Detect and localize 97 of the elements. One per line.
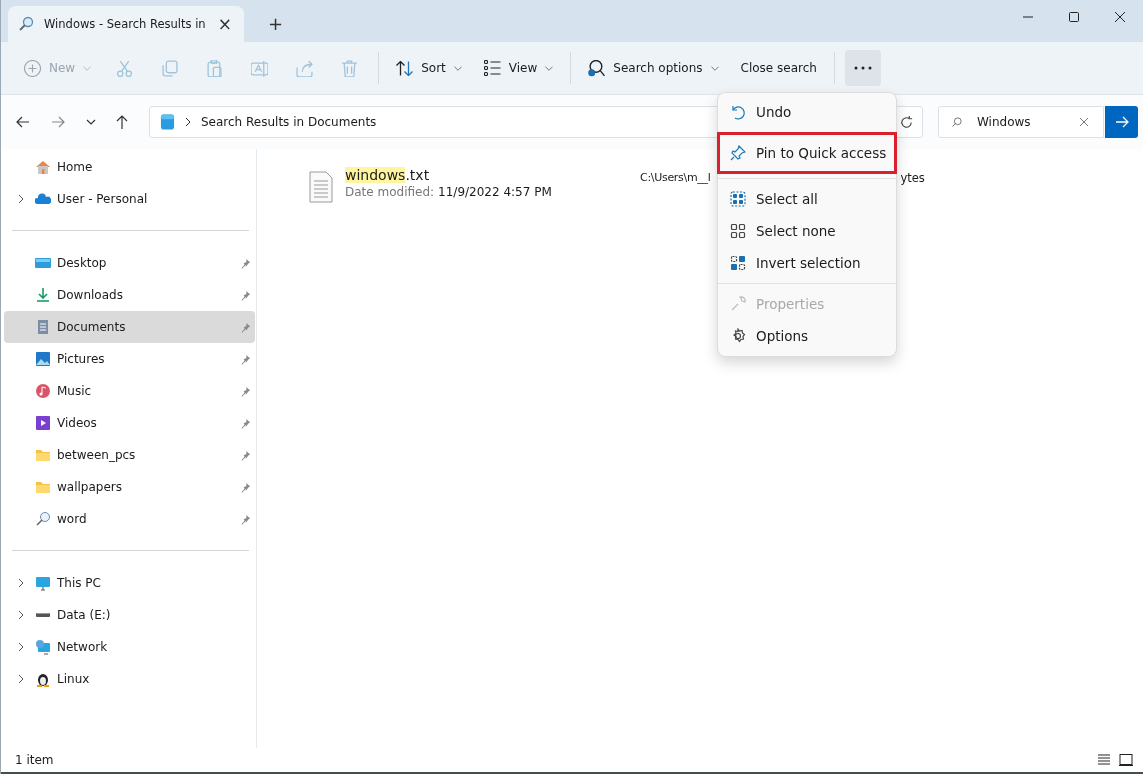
item-count: 1 item bbox=[15, 753, 54, 767]
sidebar-item[interactable]: Network bbox=[4, 631, 255, 663]
sidebar-item[interactable]: word bbox=[4, 503, 255, 535]
search-icon bbox=[951, 116, 963, 128]
search-settings-icon bbox=[588, 59, 606, 77]
pin-icon[interactable] bbox=[240, 289, 251, 301]
music-icon bbox=[35, 383, 51, 399]
network-icon bbox=[35, 639, 51, 655]
doc-icon bbox=[35, 319, 51, 335]
tab-title: Windows - Search Results in bbox=[44, 17, 206, 31]
date-label: Date modified: bbox=[345, 185, 435, 199]
close-tab-button[interactable]: × bbox=[215, 14, 234, 34]
menu-item[interactable]: Invert selection bbox=[718, 247, 896, 279]
pin-icon[interactable] bbox=[240, 481, 251, 493]
forward-icon[interactable] bbox=[50, 114, 66, 130]
chevron-right-icon[interactable] bbox=[17, 194, 24, 204]
pin-icon[interactable] bbox=[240, 513, 251, 525]
pin-icon bbox=[730, 145, 746, 161]
menu-item[interactable]: Select none bbox=[718, 215, 896, 247]
sidebar-item[interactable]: Home bbox=[4, 151, 255, 183]
clear-icon[interactable] bbox=[1079, 117, 1089, 127]
desktop-icon bbox=[35, 255, 51, 271]
search-button[interactable] bbox=[1105, 106, 1138, 138]
date-value: 11/9/2022 4:57 PM bbox=[438, 185, 552, 199]
chevron-right-icon bbox=[185, 117, 191, 127]
tab[interactable]: Windows - Search Results in × bbox=[8, 6, 244, 42]
close-icon[interactable] bbox=[1114, 11, 1126, 23]
chevron-right-icon[interactable] bbox=[17, 578, 24, 588]
pc-icon bbox=[35, 575, 51, 591]
pic-icon bbox=[35, 351, 51, 367]
selnone-icon bbox=[730, 223, 746, 239]
paste-icon bbox=[206, 59, 224, 77]
sidebar-item[interactable]: Downloads bbox=[4, 279, 255, 311]
undo-icon bbox=[730, 104, 746, 120]
text-file-icon bbox=[309, 171, 333, 203]
linux-icon bbox=[35, 671, 51, 687]
copy-icon bbox=[161, 59, 179, 77]
back-icon[interactable] bbox=[15, 114, 31, 130]
sidebar-item[interactable]: Linux bbox=[4, 663, 255, 695]
more-button[interactable] bbox=[844, 50, 881, 86]
more-icon bbox=[853, 66, 872, 70]
pin-icon[interactable] bbox=[240, 449, 251, 461]
rename-icon bbox=[251, 59, 269, 77]
search-icon bbox=[18, 16, 34, 32]
close-search-button[interactable]: Close search bbox=[729, 50, 828, 86]
sidebar-item[interactable]: between_pcs bbox=[4, 439, 255, 471]
pin-icon[interactable] bbox=[240, 321, 251, 333]
sidebar-item[interactable]: Pictures bbox=[4, 343, 255, 375]
invert-icon bbox=[730, 255, 746, 271]
folder-icon bbox=[35, 479, 51, 495]
sidebar-item[interactable]: Documents bbox=[4, 311, 255, 343]
pin-icon[interactable] bbox=[240, 385, 251, 397]
pin-icon[interactable] bbox=[240, 353, 251, 365]
trash-icon bbox=[341, 59, 359, 77]
search-icon bbox=[35, 511, 51, 527]
sidebar-item[interactable]: Videos bbox=[4, 407, 255, 439]
refresh-icon[interactable] bbox=[899, 114, 914, 130]
scissors-icon bbox=[116, 59, 134, 77]
search-results-icon bbox=[160, 113, 175, 131]
file-path: C:\Users\m__l bbox=[640, 171, 711, 184]
sidebar-item[interactable]: User - Personal bbox=[4, 183, 255, 215]
address-path: Search Results in Documents bbox=[201, 115, 377, 129]
pin-icon[interactable] bbox=[240, 417, 251, 429]
sidebar-item[interactable]: Desktop bbox=[4, 247, 255, 279]
list-icon bbox=[483, 60, 501, 76]
details-view-icon[interactable] bbox=[1097, 754, 1111, 766]
view-button[interactable]: View bbox=[472, 50, 565, 86]
cloud-icon bbox=[35, 191, 51, 207]
share-icon bbox=[296, 59, 314, 77]
chevron-right-icon[interactable] bbox=[17, 674, 24, 684]
download-icon bbox=[35, 287, 51, 303]
maximize-icon[interactable] bbox=[1068, 11, 1080, 23]
sidebar-item[interactable]: Music bbox=[4, 375, 255, 407]
home-icon bbox=[35, 159, 51, 175]
menu-item[interactable]: Select all bbox=[718, 183, 896, 215]
pin-icon[interactable] bbox=[240, 257, 251, 269]
chevron-right-icon[interactable] bbox=[17, 610, 24, 620]
sort-icon bbox=[396, 60, 414, 76]
search-field[interactable]: Windows bbox=[938, 106, 1104, 138]
video-icon bbox=[35, 415, 51, 431]
chevron-down-icon[interactable] bbox=[85, 118, 97, 126]
chevron-right-icon[interactable] bbox=[17, 642, 24, 652]
folder-icon bbox=[35, 447, 51, 463]
file-size: ytes bbox=[900, 171, 925, 185]
drive-icon bbox=[35, 612, 51, 618]
selall-icon bbox=[730, 191, 746, 207]
sidebar-item[interactable]: Data (E:) bbox=[4, 599, 255, 631]
sort-button[interactable]: Sort bbox=[385, 50, 473, 86]
menu-item[interactable]: Options bbox=[718, 320, 896, 352]
up-icon[interactable] bbox=[114, 114, 130, 130]
new-tab-button[interactable]: + bbox=[262, 12, 290, 35]
wrench-icon bbox=[730, 296, 746, 312]
arrow-right-icon bbox=[1114, 116, 1129, 128]
search-button[interactable]: Search options bbox=[577, 50, 730, 86]
sidebar-item[interactable]: This PC bbox=[4, 567, 255, 599]
sidebar-item[interactable]: wallpapers bbox=[4, 471, 255, 503]
tiles-view-icon[interactable] bbox=[1119, 754, 1133, 766]
